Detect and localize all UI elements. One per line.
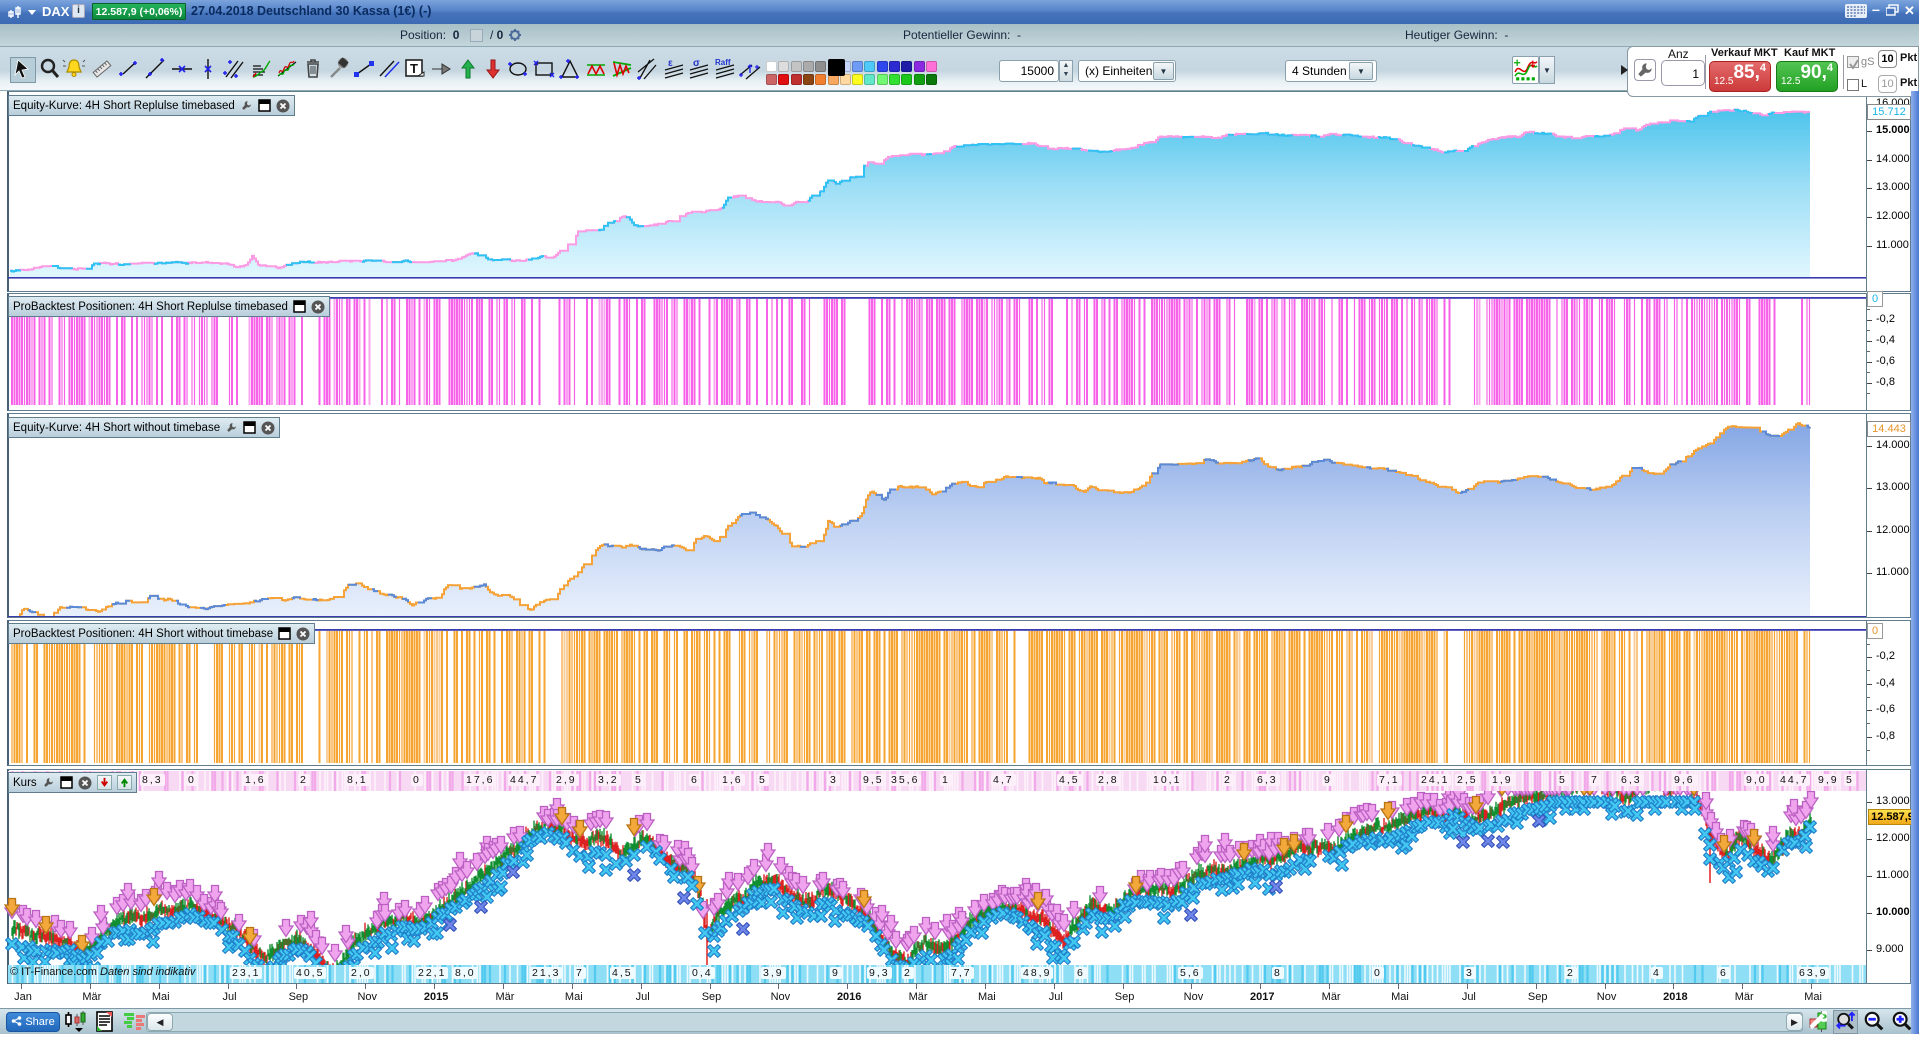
svg-text:Raff: Raff	[715, 58, 731, 67]
svg-text:T: T	[410, 61, 418, 76]
